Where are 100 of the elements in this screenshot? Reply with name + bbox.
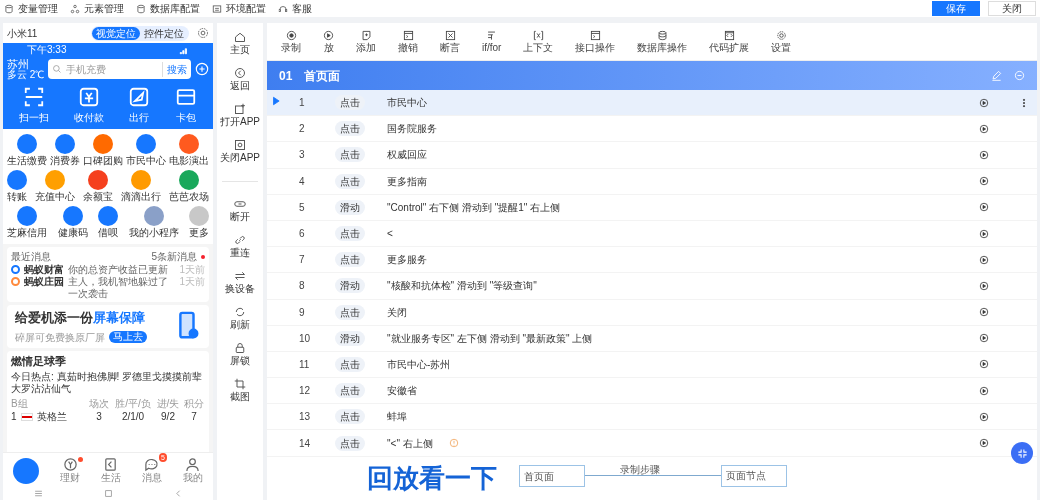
- step-row[interactable]: 10 滑动 "就业服务专区" 左下侧 滑动到 "最新政策" 上侧: [267, 325, 1037, 352]
- app-label[interactable]: 芭芭农场: [169, 190, 209, 203]
- tool-button[interactable]: 屏锁: [230, 354, 250, 368]
- collapse-button[interactable]: [1011, 442, 1033, 464]
- tab-label[interactable]: 生活: [101, 472, 121, 484]
- quick-action[interactable]: 扫一扫: [19, 110, 50, 125]
- play-icon[interactable]: [979, 411, 989, 422]
- play-icon[interactable]: [979, 149, 989, 160]
- play-icon[interactable]: [979, 228, 989, 239]
- toolbar-button[interactable]: 接口操作: [575, 29, 616, 54]
- tool-button[interactable]: 关闭APP: [220, 151, 260, 165]
- tool-button[interactable]: 截图: [230, 390, 250, 404]
- step-row[interactable]: 1 点击 市民中心: [267, 90, 1037, 117]
- play-icon[interactable]: [979, 280, 989, 291]
- toolbar-button[interactable]: 上下文: [523, 29, 554, 54]
- step-number: 11: [298, 357, 311, 372]
- app-label[interactable]: 芝麻信用: [7, 226, 47, 239]
- app-label[interactable]: 电影演出: [169, 154, 209, 167]
- toolbar-button[interactable]: 放: [323, 29, 334, 54]
- toolbar-button[interactable]: 数据库操作: [637, 29, 688, 54]
- toolbar-button[interactable]: if/for: [482, 29, 502, 54]
- app-label[interactable]: 更多: [189, 226, 209, 239]
- app-label[interactable]: 滴滴出行: [121, 190, 161, 203]
- tool-button[interactable]: 断开: [230, 210, 250, 224]
- menu-item[interactable]: 环境配置: [226, 1, 266, 16]
- play-icon[interactable]: [979, 254, 989, 265]
- tool-button[interactable]: 主页: [230, 43, 250, 57]
- toolbar-button[interactable]: 断言: [440, 29, 460, 54]
- play-icon[interactable]: [979, 438, 989, 449]
- city-selector[interactable]: 苏州: [7, 58, 45, 70]
- column-header: 进/失: [155, 397, 181, 410]
- play-icon[interactable]: [979, 359, 989, 370]
- tool-button[interactable]: 换设备: [225, 282, 255, 296]
- tool-button[interactable]: 重连: [230, 246, 250, 260]
- app-label[interactable]: 余额宝: [83, 190, 113, 203]
- step-row[interactable]: 6 点击 <: [267, 220, 1037, 248]
- terminal-window-icon: [402, 29, 414, 41]
- app-label[interactable]: 充值中心: [35, 190, 75, 203]
- tool-button[interactable]: 刷新: [230, 318, 250, 332]
- step-row[interactable]: 2 点击 国务院服务: [267, 116, 1037, 143]
- toolbar-button[interactable]: 代码扩展: [709, 29, 750, 54]
- locate-mode-tab[interactable]: 视觉定位: [92, 26, 140, 40]
- toolbar-button[interactable]: 设置: [771, 29, 792, 54]
- toolbar-button[interactable]: 撤销: [398, 29, 418, 54]
- menu-item[interactable]: 元素管理: [84, 1, 124, 16]
- step-row[interactable]: 9 点击 关闭: [267, 299, 1037, 326]
- table-cell-text: 9/2: [160, 410, 176, 423]
- branch-icon: [486, 29, 498, 41]
- tool-button[interactable]: 打开APP: [220, 115, 260, 129]
- step-row[interactable]: 3 点击 权威回应: [267, 142, 1037, 169]
- play-icon[interactable]: [979, 97, 989, 108]
- app-logo-icon[interactable]: [13, 458, 40, 484]
- weather-text: 多云 2℃: [7, 69, 45, 80]
- save-button[interactable]: 保存: [932, 1, 980, 16]
- device-name: 小米11: [7, 26, 38, 41]
- step-row[interactable]: 5 滑动 "Control" 右下侧 滑动到 "提醒1" 右上侧: [267, 194, 1037, 221]
- app-label[interactable]: 转账: [7, 190, 27, 203]
- search-button[interactable]: 搜索: [162, 61, 187, 77]
- tab-label[interactable]: 我的: [182, 472, 203, 484]
- message-count: 5条新消息: [151, 250, 197, 264]
- menu-item[interactable]: 变量管理: [18, 1, 58, 16]
- menu-item[interactable]: 数据库配置: [150, 1, 200, 16]
- tab-label[interactable]: 消息: [141, 472, 162, 484]
- message-text: 你的总资产收益已更新: [68, 264, 169, 276]
- tool-button[interactable]: 返回: [230, 79, 250, 93]
- toolbar-button[interactable]: 录制: [281, 29, 301, 54]
- app-label[interactable]: 市民中心: [126, 154, 166, 167]
- locate-mode-tab[interactable]: 控件定位: [140, 26, 188, 40]
- step-row[interactable]: 13 点击 蚌埠: [267, 404, 1037, 431]
- menu-item[interactable]: 客服: [292, 1, 312, 16]
- tab-label[interactable]: 理财: [60, 472, 81, 484]
- play-icon[interactable]: [979, 202, 989, 213]
- play-icon[interactable]: [979, 385, 989, 396]
- app-label[interactable]: 借呗: [98, 226, 118, 239]
- quick-action[interactable]: 卡包: [175, 110, 196, 125]
- play-icon[interactable]: [979, 333, 989, 344]
- app-label[interactable]: 口碑团购: [83, 154, 123, 167]
- app-label[interactable]: 生活缴费: [7, 154, 47, 167]
- play-icon[interactable]: [979, 123, 989, 134]
- go-button[interactable]: 马上去: [109, 331, 147, 343]
- step-number: 12: [298, 384, 312, 399]
- app-label[interactable]: 健康码: [57, 226, 88, 239]
- step-number: 1: [298, 96, 306, 111]
- step-row[interactable]: 8 滑动 "核酸和抗体检" 滑动到 "等级查询": [267, 273, 1037, 300]
- quick-action[interactable]: 收付款: [73, 110, 104, 125]
- search-field[interactable]: 手机充费 搜索: [48, 59, 191, 79]
- step-row[interactable]: 4 点击 更多指南: [267, 168, 1037, 195]
- play-icon[interactable]: [979, 307, 989, 318]
- play-icon[interactable]: [979, 176, 989, 187]
- toolbar-button[interactable]: 添加: [356, 29, 376, 54]
- close-button[interactable]: 关闭: [988, 1, 1036, 16]
- step-row[interactable]: 12 点击 安徽省: [267, 378, 1037, 405]
- app-label[interactable]: 我的小程序: [128, 226, 179, 239]
- quick-action[interactable]: 出行: [129, 110, 150, 125]
- step-row[interactable]: 7 点击 更多服务: [267, 247, 1037, 274]
- step-row[interactable]: 11 点击 市民中心-苏州: [267, 351, 1037, 379]
- message-time: 1天前: [179, 276, 205, 288]
- action-tag: 点击: [335, 383, 365, 399]
- action-tag: 点击: [335, 409, 365, 425]
- app-label[interactable]: 消费券: [50, 154, 80, 167]
